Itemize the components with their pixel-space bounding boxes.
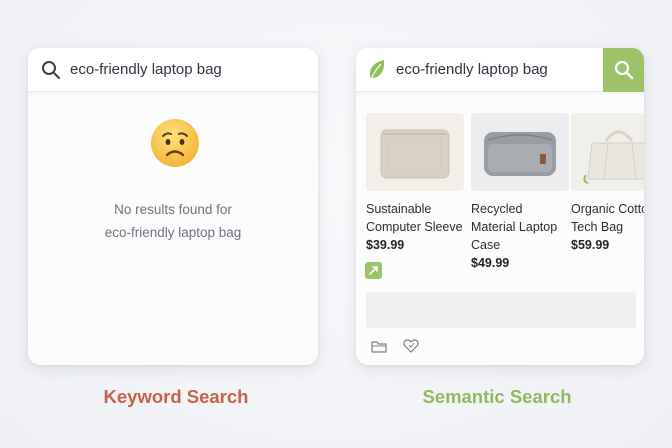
product-card[interactable]: Organic Cotton Tech Bag $59.99 [571, 113, 644, 252]
product-card[interactable]: Recycled Material Laptop Case $49.99 [471, 113, 569, 270]
no-results-query: eco-friendly laptop bag [104, 225, 242, 240]
product-price: $39.99 [366, 238, 405, 252]
product-name[interactable]: Recycled Material Laptop Case [471, 200, 569, 254]
semantic-search-bar[interactable]: eco-friendly laptop bag [356, 48, 644, 92]
leaf-icon [369, 59, 385, 79]
search-icon [614, 60, 633, 80]
folder-icon[interactable] [371, 339, 387, 353]
product-image-case [471, 113, 569, 191]
loading-placeholder [366, 292, 636, 328]
eco-badge-icon [365, 262, 382, 279]
keyword-search-panel: eco-friendly laptop bag No results found… [28, 48, 318, 365]
no-results-line: No results found for [114, 202, 232, 217]
comparison-stage: eco-friendly laptop bag No results found… [0, 0, 672, 448]
product-price: $49.99 [471, 256, 510, 270]
product-image-tote [571, 113, 644, 191]
semantic-search-panel: eco-friendly laptop bag Sustainable Comp… [356, 48, 644, 365]
sad-face-emoji [151, 119, 199, 167]
search-button[interactable] [603, 48, 644, 92]
keyword-search-input[interactable]: eco-friendly laptop bag [70, 61, 222, 78]
product-price: $59.99 [571, 238, 610, 252]
product-name[interactable]: Organic Cotton Tech Bag [571, 200, 644, 236]
product-name[interactable]: Sustainable Computer Sleeve [366, 200, 464, 236]
heart-icon[interactable] [403, 338, 419, 353]
semantic-search-input[interactable]: eco-friendly laptop bag [396, 61, 548, 78]
keyword-search-bar[interactable]: eco-friendly laptop bag [28, 48, 318, 92]
keyword-search-caption: Keyword Search [103, 386, 249, 407]
search-icon [42, 60, 60, 79]
no-results-message: No results found for eco-friendly laptop… [28, 198, 318, 244]
product-card[interactable]: Sustainable Computer Sleeve $39.99 [366, 113, 464, 252]
product-image-sleeve [366, 113, 464, 191]
semantic-search-caption: Semantic Search [422, 386, 572, 407]
